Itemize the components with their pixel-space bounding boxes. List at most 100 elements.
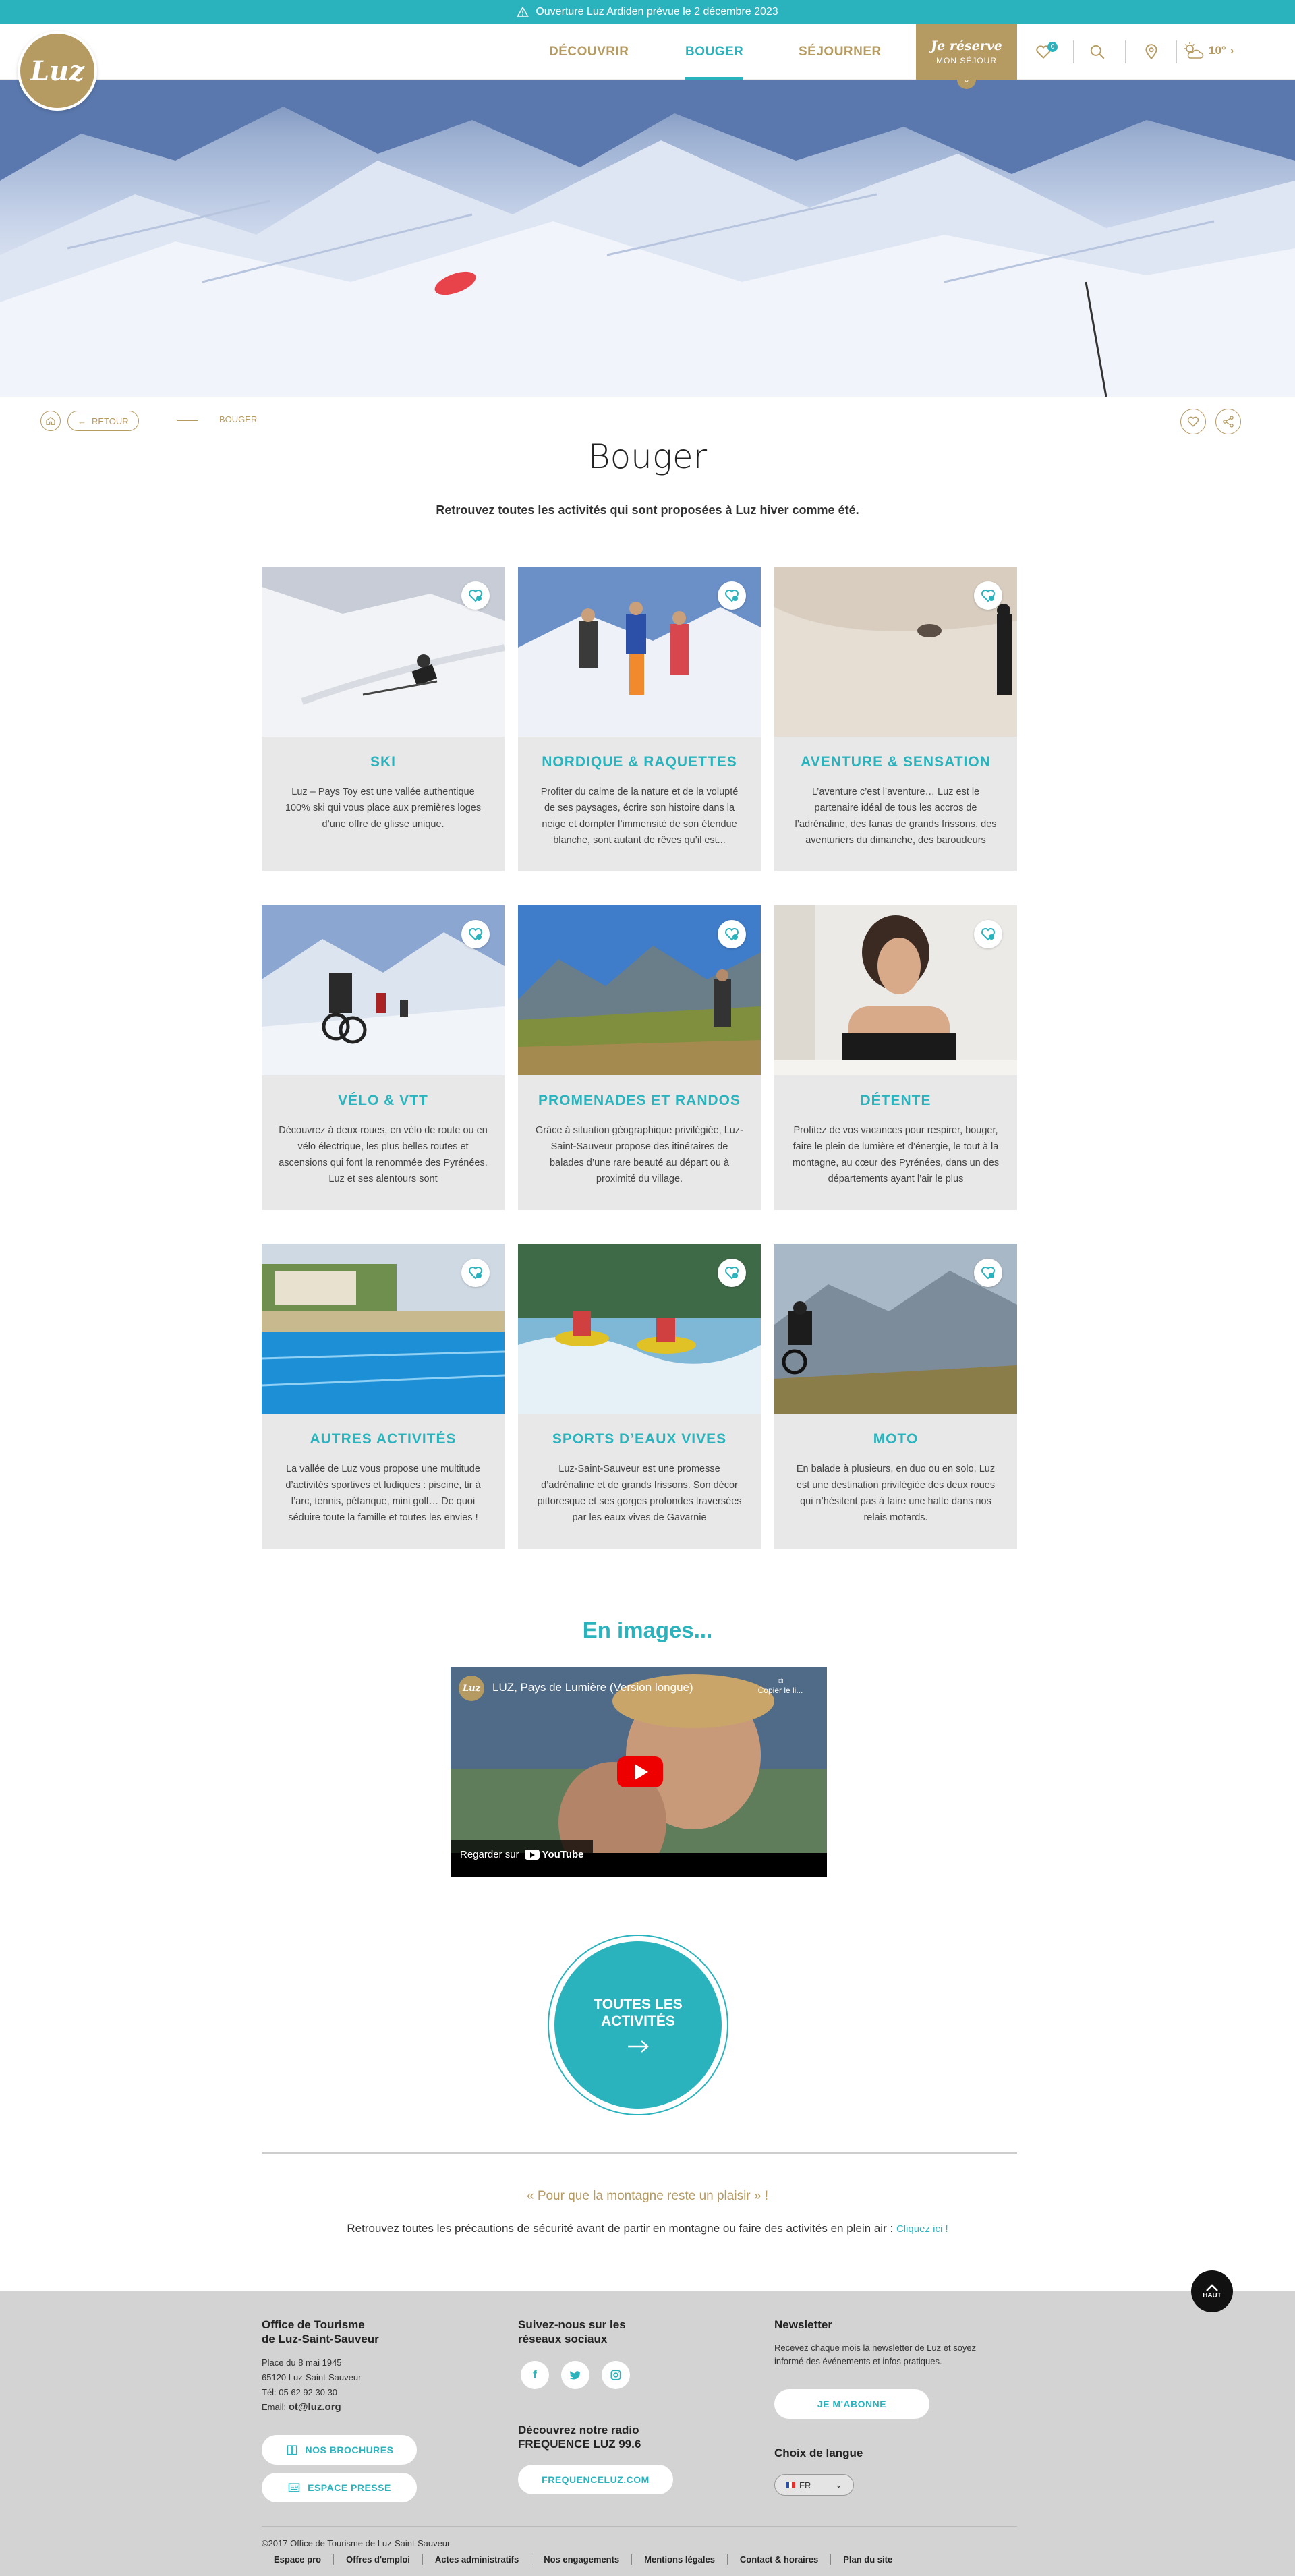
footer-link-actes[interactable]: Actes administratifs [423,2554,532,2565]
newspaper-icon [288,2483,300,2492]
press-button[interactable]: ESPACE PRESSE [262,2473,417,2502]
footer-link-contact[interactable]: Contact & horaires [728,2554,832,2565]
activity-card-autres[interactable]: AUTRES ACTIVITÉS La vallée de Luz vous p… [262,1244,505,1549]
activity-card-nordique[interactable]: NORDIQUE & RAQUETTES Profiter du calme d… [518,567,761,871]
activity-card-detente[interactable]: DÉTENTE Profitez de vos vacances pour re… [774,905,1017,1210]
reserve-button[interactable]: Je réserve MON SÉJOUR ⌄ [916,24,1017,89]
newsletter-text: Recevez chaque mois la newsletter de Luz… [774,2343,977,2353]
weather-temp: 10° [1209,44,1226,57]
footer-link-espace-pro[interactable]: Espace pro [262,2554,335,2565]
favorites-count-badge: 0 [1047,42,1058,52]
office-email: Email: ot@luz.org [262,2401,341,2413]
search-icon[interactable] [1086,40,1109,63]
nav-link-decouvrir[interactable]: DÉCOUVRIR [549,24,629,80]
arrow-left-icon: ← [78,416,86,426]
arrow-right-icon [628,2040,649,2053]
back-button[interactable]: ← RETOUR [67,411,139,431]
add-favorite-icon[interactable] [718,1259,746,1287]
add-favorite-icon[interactable] [461,1259,490,1287]
heart-icon [1187,416,1199,427]
video-player[interactable]: Luz LUZ, Pays de Lumière (Version longue… [451,1667,827,1877]
footer-links: Espace pro Offres d'emploi Actes adminis… [262,2554,904,2565]
nav-decouvrir[interactable]: DÉCOUVRIR [549,24,629,80]
activity-card-randos[interactable]: PROMENADES ET RANDOS Grâce à situation g… [518,905,761,1210]
newsletter-text-2: informé des événements et infos pratique… [774,2356,942,2366]
add-favorite-icon[interactable] [974,920,1002,948]
instagram-icon[interactable] [602,2361,630,2389]
breadcrumb-current: BOUGER [219,414,258,424]
book-icon [287,2445,297,2455]
chevron-up-icon [1206,2283,1218,2291]
nav-link-sejourner[interactable]: SÉJOURNER [799,24,882,80]
share-button[interactable] [1215,409,1241,434]
site-logo[interactable]: Luz [18,31,97,111]
sun-cloud-icon [1184,42,1204,59]
back-to-top-button[interactable]: HAUT [1191,2270,1233,2312]
office-title-2: de Luz-Saint-Sauveur [262,2332,379,2345]
newsletter-subscribe-button[interactable]: JE M'ABONNE [774,2389,929,2419]
facebook-icon[interactable]: f [521,2361,549,2389]
activity-card-aventure[interactable]: AVENTURE & SENSATION L’aventure c’est l’… [774,567,1017,871]
add-favorite-icon[interactable] [461,920,490,948]
chevron-down-icon: ⌄ [835,2480,842,2490]
nav-link-bouger[interactable]: BOUGER [685,24,744,80]
email-link[interactable]: ot@luz.org [289,2401,341,2413]
radio-button[interactable]: FREQUENCELUZ.COM [518,2465,673,2494]
activity-card-moto[interactable]: MOTO En balade à plusieurs, en duo ou en… [774,1244,1017,1549]
language-select[interactable]: FR ⌄ [774,2474,854,2496]
radio-title-2: FREQUENCE LUZ 99.6 [518,2438,641,2451]
copy-link-button[interactable]: ⧉ Copier le li... [750,1676,811,1695]
weather-widget[interactable]: 10° › [1182,40,1234,61]
play-button[interactable] [617,1756,663,1787]
map-pin-icon[interactable] [1140,40,1163,63]
section-divider [262,2152,1017,2154]
activity-card-eaux-vives[interactable]: SPORTS D’EAUX VIVES Luz-Saint-Sauveur es… [518,1244,761,1549]
newsletter-title: Newsletter [774,2318,832,2331]
card-description: En balade à plusieurs, en duo ou en solo… [796,1464,996,1523]
language-title: Choix de langue [774,2446,863,2459]
footer-divider [262,2526,1017,2527]
watch-on-youtube-button[interactable]: Regarder sur YouTube [451,1840,594,1868]
nav-sejourner[interactable]: SÉJOURNER [799,24,882,80]
add-favorite-icon[interactable] [718,920,746,948]
card-description: La vallée de Luz vous propose une multit… [285,1464,481,1523]
video-title[interactable]: LUZ, Pays de Lumière (Version longue) [492,1681,693,1694]
announcement-text: Ouverture Luz Ardiden prévue le 2 décemb… [536,6,778,18]
footer-link-offres-emploi[interactable]: Offres d'emploi [334,2554,423,2565]
brochures-button[interactable]: NOS BROCHURES [262,2435,417,2465]
social-title-2: réseaux sociaux [518,2332,608,2345]
office-address-1: Place du 8 mai 1945 [262,2357,342,2368]
safety-link[interactable]: Cliquez ici ! [896,2223,948,2235]
card-description: Profiter du calme de la nature et de la … [540,786,739,846]
header-separator [1176,40,1177,63]
home-icon[interactable] [40,411,61,431]
add-favorite-icon[interactable] [718,581,746,610]
youtube-icon [524,1849,540,1860]
card-description: Luz – Pays Toy est une vallée authentiqu… [285,786,482,830]
channel-logo[interactable]: Luz [459,1676,484,1701]
chevron-down-icon: ⌄ [957,70,976,89]
add-favorite-icon[interactable] [974,1259,1002,1287]
add-favorite-icon[interactable] [461,581,490,610]
activity-card-ski[interactable]: SKI Luz – Pays Toy est une vallée authen… [262,567,505,871]
radio-title: Découvrez notre radio [518,2424,639,2436]
footer-link-mentions[interactable]: Mentions légales [632,2554,728,2565]
footer-office: Office de Tourisme de Luz-Saint-Sauveur … [262,2318,379,2415]
footer-link-plan[interactable]: Plan du site [831,2554,904,2565]
card-description: Luz-Saint-Sauveur est une promesse d’adr… [537,1464,742,1523]
add-favorite-icon[interactable] [974,581,1002,610]
page-subtitle: Retrouvez toutes les activités qui sont … [436,503,859,517]
add-favorite-button[interactable] [1180,409,1206,434]
footer-language: Choix de langue [774,2446,863,2460]
twitter-icon[interactable] [561,2361,589,2389]
all-activities-button[interactable]: TOUTES LES ACTIVITÉS [554,1941,722,2109]
site-footer [0,2291,1295,2576]
chevron-right-icon: › [1230,44,1234,57]
nav-bouger[interactable]: BOUGER [685,24,744,80]
header-separator [1125,40,1126,63]
card-title: MOTO [873,1431,919,1447]
footer-link-engagements[interactable]: Nos engagements [531,2554,633,2565]
announcement-bar[interactable]: Ouverture Luz Ardiden prévue le 2 décemb… [0,0,1295,24]
breadcrumb-divider [177,420,198,421]
activity-card-velo[interactable]: VÉLO & VTT Découvrez à deux roues, en vé… [262,905,505,1210]
